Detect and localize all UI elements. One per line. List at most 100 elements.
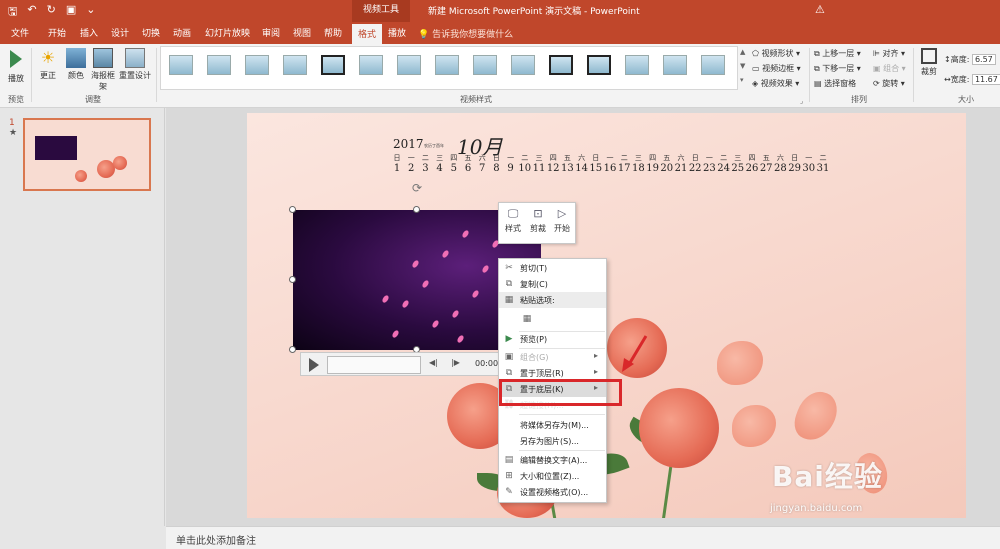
resize-handle[interactable]	[289, 276, 296, 283]
gallery-scroll-down-icon[interactable]: ▼	[740, 62, 745, 70]
tab-playback[interactable]: 播放	[388, 26, 406, 39]
notes-pane[interactable]: 单击此处添加备注	[166, 526, 1000, 549]
format-video-icon: ✎	[505, 487, 513, 497]
group-icon: ▣	[873, 64, 881, 73]
align-icon: ⊫	[873, 49, 880, 58]
height-field[interactable]: ↕高度: 6.57	[944, 54, 996, 65]
play-icon	[10, 50, 22, 68]
video-style-thumb[interactable]	[625, 55, 649, 75]
mini-crop-button[interactable]: ⊡ 剪裁	[526, 207, 550, 234]
redo-icon[interactable]: ↻	[47, 3, 56, 22]
bring-forward-button[interactable]: ⧉ 上移一层 ▾	[814, 48, 861, 59]
menu-item-edit-alt-text[interactable]: ▤ 编辑替换文字(A)...	[499, 452, 606, 468]
menu-label: 剪切(T)	[520, 264, 548, 273]
video-style-thumb[interactable]	[207, 55, 231, 75]
calendar-date: 31	[816, 163, 830, 174]
tab-review[interactable]: 审阅	[262, 26, 280, 39]
send-backward-button[interactable]: ⧉ 下移一层 ▾	[814, 63, 861, 74]
tab-format[interactable]: 格式	[352, 24, 383, 44]
video-progress-bar[interactable]	[327, 356, 421, 374]
rotate-button[interactable]: ⟳ 旋转 ▾	[873, 78, 905, 89]
tab-help[interactable]: 帮助	[324, 26, 342, 39]
tab-slideshow[interactable]: 幻灯片放映	[205, 26, 250, 39]
tab-transitions[interactable]: 切换	[142, 26, 160, 39]
present-icon[interactable]: ▣	[66, 3, 76, 22]
tab-home[interactable]: 开始	[48, 26, 66, 39]
video-style-thumb[interactable]	[397, 55, 421, 75]
video-control-bar: ◀| |▶ 00:00.	[300, 352, 501, 376]
video-style-thumb[interactable]	[283, 55, 307, 75]
video-shape-label: 视频形状	[761, 49, 794, 58]
paste-icon: ▦	[504, 295, 514, 305]
resize-handle[interactable]	[413, 206, 420, 213]
height-value[interactable]: 6.57	[971, 54, 996, 65]
resize-handle[interactable]	[289, 346, 296, 353]
gallery-scroll-up-icon[interactable]: ▲	[740, 48, 745, 56]
menu-item-save-media[interactable]: 将媒体另存为(M)...	[499, 417, 606, 433]
slide-thumbnail-pane: 1 ★	[0, 108, 165, 526]
height-label: 高度:	[950, 55, 970, 64]
video-style-thumb[interactable]	[701, 55, 725, 75]
video-style-thumb[interactable]	[587, 55, 611, 75]
tell-me-search[interactable]: 💡 告诉我你想要做什么	[418, 27, 513, 40]
watermark-brand: Bai经验	[772, 460, 883, 493]
dialog-launcher-icon[interactable]: ⌟	[800, 97, 803, 105]
selection-pane-button[interactable]: ▤ 选择窗格	[814, 78, 856, 89]
menu-item-group[interactable]: ▣ 组合(G) ▸	[499, 349, 606, 365]
video-style-thumb[interactable]	[511, 55, 535, 75]
step-back-icon[interactable]: ◀|	[429, 358, 438, 367]
video-styles-gallery[interactable]	[160, 46, 738, 90]
menu-label: 编辑替换文字(A)...	[520, 456, 588, 465]
gallery-more-icon[interactable]: ▾	[740, 76, 744, 84]
mini-style-button[interactable]: 🖵 样式	[501, 207, 525, 234]
slide-thumbnail[interactable]	[23, 118, 151, 191]
video-style-thumb[interactable]	[549, 55, 573, 75]
color-icon	[66, 48, 86, 68]
mini-start-button[interactable]: ▷ 开始	[550, 207, 574, 234]
tab-file[interactable]: 文件	[11, 26, 29, 39]
crop-button[interactable]: 裁剪	[918, 48, 940, 77]
video-style-thumb[interactable]	[321, 55, 345, 75]
width-value[interactable]: 11.67	[971, 74, 1000, 85]
video-style-thumb[interactable]	[245, 55, 269, 75]
video-effects-button[interactable]: ◈ 视频效果 ▾	[752, 78, 799, 89]
video-style-thumb[interactable]	[359, 55, 383, 75]
step-forward-icon[interactable]: |▶	[451, 358, 460, 367]
color-label: 颜色	[68, 71, 84, 80]
video-style-thumb[interactable]	[473, 55, 497, 75]
menu-item-preview[interactable]: ▶ 预览(P)	[499, 331, 606, 347]
menu-item-size-position[interactable]: ⊞ 大小和位置(Z)...	[499, 468, 606, 484]
color-button[interactable]: 颜色	[64, 48, 88, 81]
resize-handle[interactable]	[289, 206, 296, 213]
video-style-thumb[interactable]	[435, 55, 459, 75]
send-backward-label: 下移一层	[822, 64, 855, 73]
play-preview-button[interactable]: 播放	[6, 50, 26, 84]
play-icon[interactable]	[309, 358, 319, 372]
video-style-thumb[interactable]	[663, 55, 687, 75]
menu-item-paste-option[interactable]: ▦	[499, 309, 606, 329]
group-button[interactable]: ▣ 组合 ▾	[873, 63, 906, 74]
warning-icon[interactable]: ⚠	[815, 3, 825, 16]
tab-insert[interactable]: 插入	[80, 26, 98, 39]
video-shape-button[interactable]: ⬠ 视频形状 ▾	[752, 48, 800, 59]
rose	[639, 388, 719, 468]
tab-view[interactable]: 视图	[293, 26, 311, 39]
tab-animations[interactable]: 动画	[173, 26, 191, 39]
menu-item-copy[interactable]: ⧉ 复制(C)	[499, 276, 606, 292]
menu-item-cut[interactable]: ✂ 剪切(T)	[499, 260, 606, 276]
menu-label: 另存为图片(S)...	[520, 437, 579, 446]
tab-design[interactable]: 设计	[111, 26, 129, 39]
video-border-button[interactable]: ▭ 视频边框 ▾	[752, 63, 801, 74]
menu-item-format-video[interactable]: ✎ 设置视频格式(O)...	[499, 484, 606, 500]
corrections-button[interactable]: ☀ 更正	[36, 48, 60, 81]
rotate-handle-icon[interactable]: ⟳	[412, 181, 422, 195]
width-field[interactable]: ↔宽度: 11.67	[944, 74, 1000, 85]
customize-qat-icon[interactable]: ⌄	[86, 3, 95, 22]
undo-icon[interactable]: ↶	[27, 3, 36, 22]
reset-design-button[interactable]: 重置设计	[118, 48, 152, 81]
align-button[interactable]: ⊫ 对齐 ▾	[873, 48, 905, 59]
menu-item-save-as-picture[interactable]: 另存为图片(S)...	[499, 433, 606, 449]
poster-frame-button[interactable]: 海报框架	[90, 48, 116, 92]
video-style-thumb[interactable]	[169, 55, 193, 75]
save-icon[interactable]: 🖫	[8, 3, 17, 22]
